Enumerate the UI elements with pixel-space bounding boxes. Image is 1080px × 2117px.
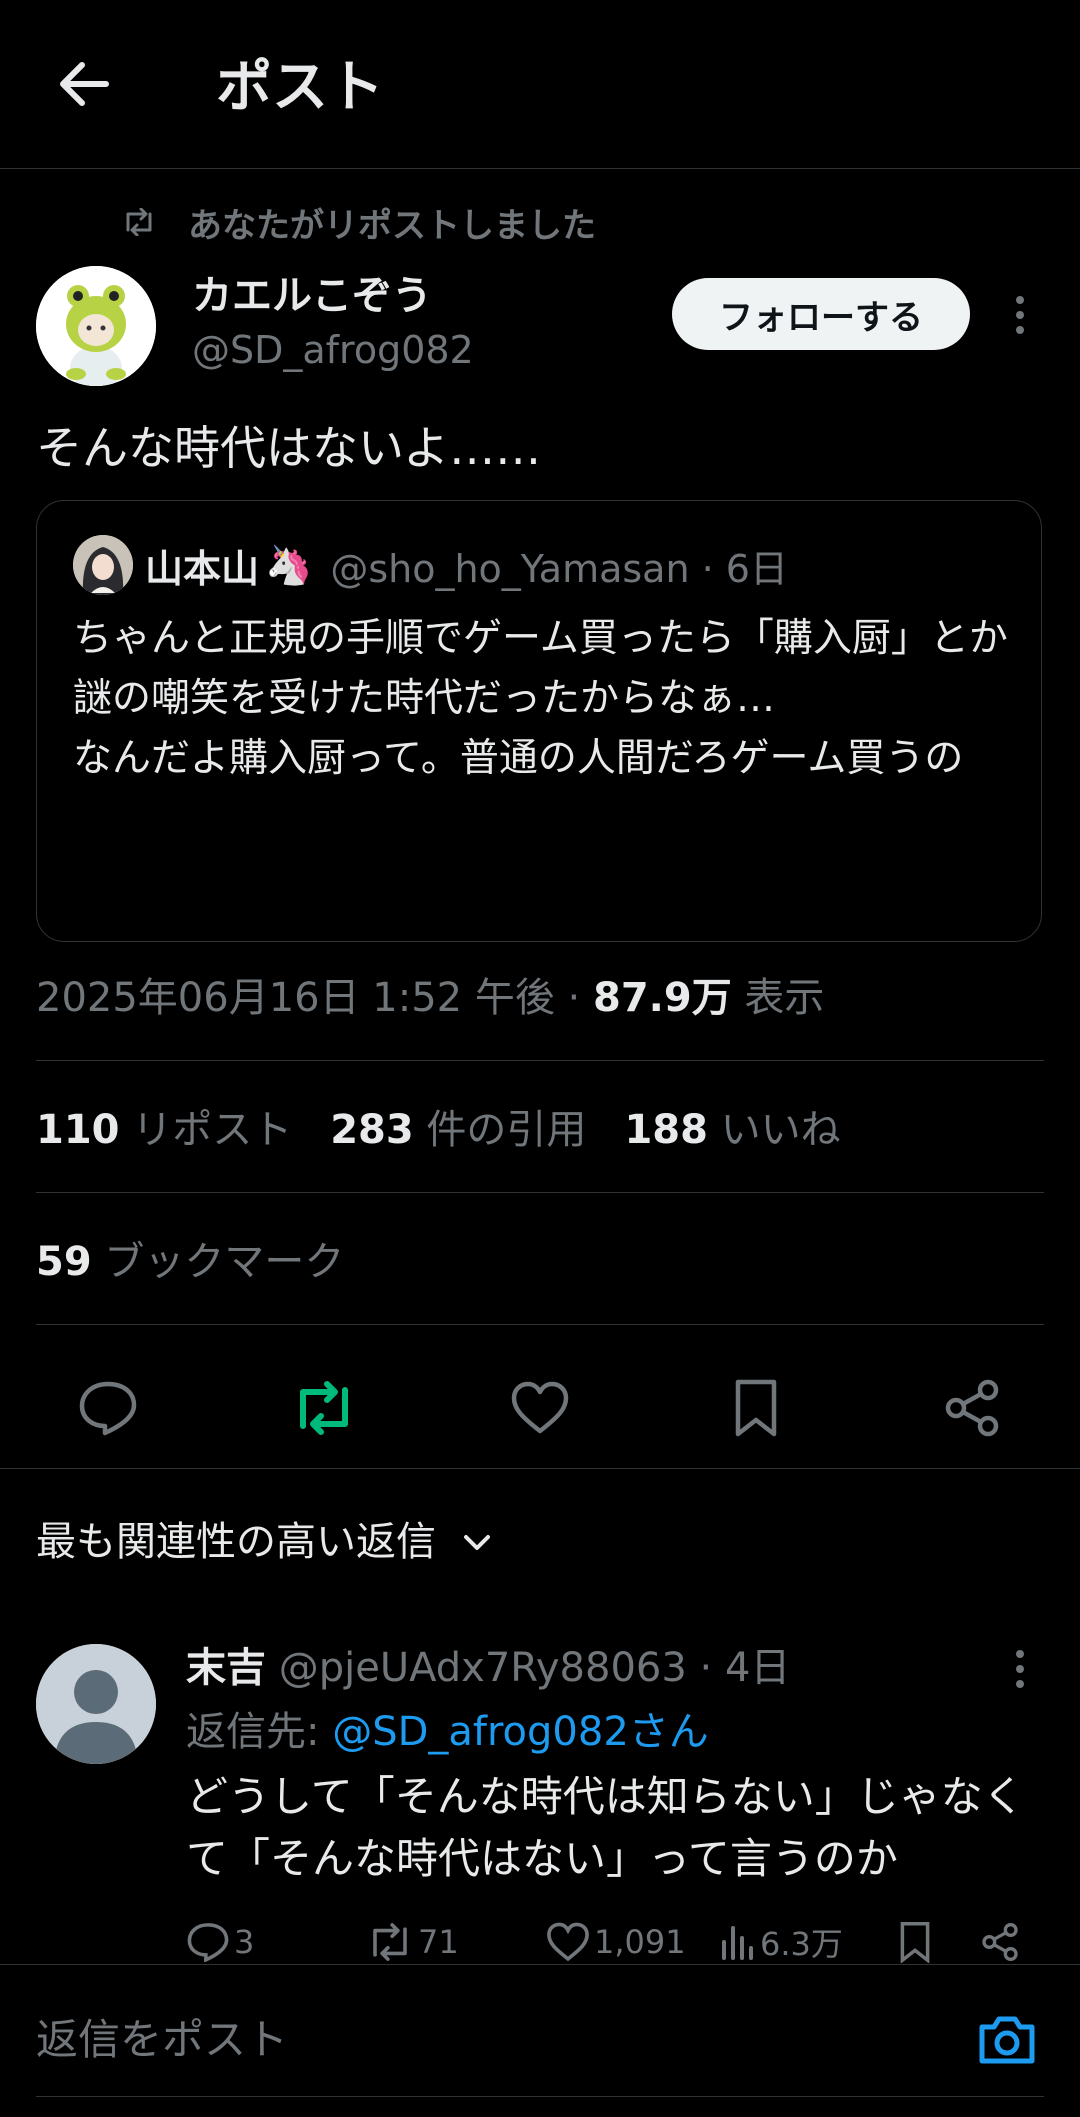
author-avatar[interactable] xyxy=(36,266,156,386)
reply-reply-count: 3 xyxy=(234,1923,255,1961)
reply-icon[interactable] xyxy=(68,1368,148,1448)
like-icon xyxy=(547,1922,589,1962)
reply-repost-button[interactable]: 71 xyxy=(366,1916,459,1968)
reply-to-prefix: 返信先: xyxy=(186,1709,333,1755)
likes-stat[interactable]: 188 いいね xyxy=(624,1107,840,1153)
engagement-stats: 110 リポスト 283 件の引用 188 いいね xyxy=(36,1098,841,1162)
divider xyxy=(36,1060,1044,1061)
compose-underline xyxy=(36,2096,1044,2097)
views-chart-icon xyxy=(722,1926,753,1960)
reply-more-icon[interactable] xyxy=(1000,1644,1040,1694)
quoted-text: ちゃんと正規の手順でゲーム買ったら「購入厨」とか謎の嘲笑を受けた時代だったからな… xyxy=(73,616,1008,781)
unicorn-emoji-icon: 🦄 xyxy=(265,542,313,587)
likes-label: いいね xyxy=(707,1107,841,1153)
camera-icon[interactable] xyxy=(974,2010,1040,2070)
top-bar: ポスト xyxy=(0,0,1080,168)
quoted-header: 山本山 🦄 @sho_ho_Yamasan · 6日 xyxy=(145,535,788,595)
header-divider xyxy=(0,168,1080,169)
chevron-down-icon xyxy=(464,1535,490,1550)
views-label: 表示 xyxy=(731,975,825,1021)
repost-icon xyxy=(126,208,152,236)
reply-like-button[interactable]: 1,091 xyxy=(546,1916,686,1968)
reply-compose-input[interactable] xyxy=(36,2010,916,2070)
reply-view-count: 6.3万 xyxy=(760,1925,843,1963)
reply-reply-button[interactable]: 3 xyxy=(186,1916,254,1968)
back-arrow-icon[interactable] xyxy=(52,52,116,116)
reply-handle-time: @pjeUAdx7Ry88063 · 4日 xyxy=(266,1645,791,1691)
author-handle[interactable]: @SD_afrog082 xyxy=(192,322,474,378)
follow-button[interactable]: フォローする xyxy=(672,278,970,350)
reply-text: どうして「そんな時代は知らない」じゃなくて「そんな時代はない」って言うのか xyxy=(186,1772,1025,1883)
repost-notice-text: あなたがリポストしました xyxy=(188,205,596,246)
like-icon[interactable] xyxy=(500,1368,580,1448)
quoted-author-name: 山本山 xyxy=(145,546,260,591)
reposts-stat[interactable]: 110 リポスト xyxy=(36,1107,292,1153)
replies-sort-label: 最も関連性の高い返信 xyxy=(36,1519,436,1565)
reply-author-avatar[interactable] xyxy=(36,1644,156,1764)
bookmarks-count: 59 xyxy=(36,1239,92,1285)
reposts-count: 110 xyxy=(36,1107,120,1153)
bookmark-icon[interactable] xyxy=(716,1368,796,1448)
reply-header: 末吉 @pjeUAdx7Ry88063 · 4日 xyxy=(186,1636,790,1700)
replies-sort-selector[interactable]: 最も関連性の高い返信 xyxy=(36,1510,492,1574)
reply-to-user-link[interactable]: @SD_afrog082さん xyxy=(332,1709,709,1755)
views-count: 87.9万 xyxy=(593,975,732,1021)
repost-icon xyxy=(373,1923,407,1961)
quotes-label: 件の引用 xyxy=(413,1107,587,1153)
reply-views-button[interactable]: 6.3万 xyxy=(720,1916,843,1968)
reposts-label: リポスト xyxy=(119,1107,293,1153)
quoted-post[interactable]: 山本山 🦄 @sho_ho_Yamasan · 6日 ちゃんと正規の手順でゲーム… xyxy=(36,500,1042,942)
bookmarks-label: ブックマーク xyxy=(91,1239,345,1285)
share-icon xyxy=(982,1923,1018,1961)
repost-icon-active[interactable] xyxy=(284,1368,364,1448)
reply-like-count: 1,091 xyxy=(594,1923,686,1961)
post-text: そんな時代はないよ…… xyxy=(36,421,542,475)
likes-count: 188 xyxy=(624,1107,708,1153)
divider xyxy=(36,1192,1044,1193)
reply-to: 返信先: @SD_afrog082さん xyxy=(186,1700,709,1764)
quotes-stat[interactable]: 283 件の引用 xyxy=(330,1107,586,1153)
post-timestamp[interactable]: 2025年06月16日 1:52 午後 · xyxy=(36,975,593,1021)
bookmarks-stat[interactable]: 59 ブックマーク xyxy=(36,1230,344,1294)
post-meta: 2025年06月16日 1:52 午後 · 87.9万 表示 xyxy=(36,966,824,1030)
divider xyxy=(36,1324,1044,1325)
reply-author-name[interactable]: 末吉 xyxy=(186,1645,266,1691)
author-name[interactable]: カエルこぞう xyxy=(192,268,432,324)
quoted-avatar xyxy=(73,535,133,595)
reply-share-button[interactable] xyxy=(980,1916,1024,1968)
reply-bookmark-button[interactable] xyxy=(898,1916,936,1968)
repost-notice[interactable]: あなたがリポストしました xyxy=(122,196,596,248)
reply-icon xyxy=(187,1923,229,1962)
quotes-count: 283 xyxy=(330,1107,414,1153)
divider xyxy=(0,1468,1080,1469)
share-icon[interactable] xyxy=(932,1368,1012,1448)
more-options-icon[interactable] xyxy=(1000,290,1040,340)
bookmark-icon xyxy=(900,1922,930,1963)
quoted-handle-time: @sho_ho_Yamasan · 6日 xyxy=(330,546,788,591)
reply-repost-count: 71 xyxy=(418,1923,459,1961)
page-title: ポスト xyxy=(216,55,384,120)
